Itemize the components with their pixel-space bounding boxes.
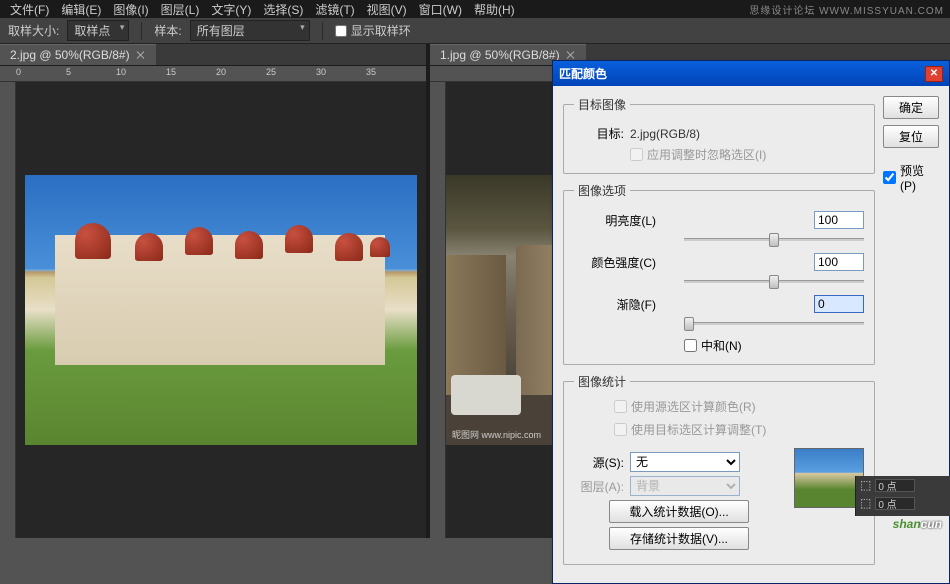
layer-label: 图层(A): <box>574 478 624 495</box>
tab-label: 1.jpg @ 50%(RGB/8#) <box>440 48 560 62</box>
tab-bar-left: 2.jpg @ 50%(RGB/8#) <box>0 44 426 66</box>
canvas-left[interactable] <box>16 82 426 538</box>
intensity-input[interactable] <box>814 253 864 271</box>
dialog-titlebar[interactable]: 匹配颜色 ✕ <box>553 61 949 86</box>
ok-button[interactable]: 确定 <box>883 96 939 119</box>
panel-value-2[interactable] <box>875 497 915 510</box>
reset-button[interactable]: 复位 <box>883 125 939 148</box>
menu-filter[interactable]: 滤镜(T) <box>309 1 360 18</box>
options-bar: 取样大小: 取样点 样本: 所有图层 显示取样环 <box>0 18 950 44</box>
close-icon[interactable] <box>136 50 146 60</box>
link-icon[interactable]: ⬚ <box>860 478 871 492</box>
right-panel-fragment: ⬚ ⬚ <box>855 476 950 516</box>
intensity-label: 颜色强度(C) <box>574 254 656 271</box>
show-sampling-ring-input[interactable] <box>335 25 347 37</box>
menu-window[interactable]: 窗口(W) <box>413 1 468 18</box>
target-value: 2.jpg(RGB/8) <box>630 127 700 141</box>
target-image-group: 目标图像 目标: 2.jpg(RGB/8) 应用调整时忽略选区(I) <box>563 96 875 174</box>
menu-type[interactable]: 文字(Y) <box>205 1 257 18</box>
watermark-top: 思缘设计论坛 WWW.MISSYUAN.COM <box>749 2 944 17</box>
close-button[interactable]: ✕ <box>925 66 943 82</box>
sample-size-dropdown[interactable]: 取样点 <box>67 20 129 41</box>
source-dropdown[interactable]: 无 <box>630 452 740 472</box>
watermark-logo: shancun <box>893 511 942 534</box>
sample-layers-dropdown[interactable]: 所有图层 <box>190 20 310 41</box>
sample-size-label: 取样大小: <box>8 22 59 39</box>
image-options-group: 图像选项 明亮度(L) 颜色强度(C) 渐隐(F) <box>563 182 875 365</box>
ruler-vertical-right <box>430 82 446 538</box>
fade-label: 渐隐(F) <box>574 296 656 313</box>
fade-slider[interactable] <box>684 317 864 331</box>
target-label: 目标: <box>574 125 624 142</box>
options-legend: 图像选项 <box>574 182 630 199</box>
fade-input[interactable] <box>814 295 864 313</box>
menu-image[interactable]: 图像(I) <box>107 1 154 18</box>
source-label: 源(S): <box>574 454 624 471</box>
menu-file[interactable]: 文件(F) <box>4 1 55 18</box>
stats-legend: 图像统计 <box>574 373 630 390</box>
menu-select[interactable]: 选择(S) <box>257 1 309 18</box>
close-icon[interactable] <box>566 50 576 60</box>
use-source-selection-checkbox: 使用源选区计算颜色(R) <box>614 398 864 415</box>
ruler-horizontal: 0 5 10 15 20 25 30 35 <box>0 66 426 82</box>
sample-layers-label: 样本: <box>154 22 181 39</box>
tab-label: 2.jpg @ 50%(RGB/8#) <box>10 48 130 62</box>
dialog-title-text: 匹配颜色 <box>559 65 607 82</box>
panel-value-1[interactable] <box>875 479 915 492</box>
ruler-vertical <box>0 82 16 538</box>
menu-edit[interactable]: 编辑(E) <box>55 1 107 18</box>
image-street: 昵图网 www.nipic.com <box>446 175 566 445</box>
use-target-selection-checkbox: 使用目标选区计算调整(T) <box>614 421 864 438</box>
menu-layer[interactable]: 图层(L) <box>155 1 206 18</box>
target-legend: 目标图像 <box>574 96 630 113</box>
document-left: 2.jpg @ 50%(RGB/8#) 0 5 10 15 20 25 30 3… <box>0 44 426 538</box>
layer-dropdown: 背景 <box>630 476 740 496</box>
menu-help[interactable]: 帮助(H) <box>468 1 521 18</box>
image-watermark: 昵图网 www.nipic.com <box>452 428 541 441</box>
luminance-input[interactable] <box>814 211 864 229</box>
menu-view[interactable]: 视图(V) <box>361 1 413 18</box>
image-palace <box>25 175 417 445</box>
image-statistics-group: 图像统计 使用源选区计算颜色(R) 使用目标选区计算调整(T) 源(S): 无 <box>563 373 875 565</box>
show-sampling-ring-label: 显示取样环 <box>351 22 411 39</box>
source-thumbnail <box>794 448 864 508</box>
show-sampling-ring-checkbox[interactable]: 显示取样环 <box>335 22 411 39</box>
preview-checkbox[interactable]: 预览(P) <box>883 162 939 193</box>
ignore-selection-checkbox: 应用调整时忽略选区(I) <box>630 146 864 163</box>
link-icon[interactable]: ⬚ <box>860 496 871 510</box>
save-stats-button[interactable]: 存储统计数据(V)... <box>609 527 749 550</box>
luminance-slider[interactable] <box>684 233 864 247</box>
neutralize-checkbox[interactable]: 中和(N) <box>684 337 864 354</box>
tab-doc-2jpg[interactable]: 2.jpg @ 50%(RGB/8#) <box>0 44 156 65</box>
luminance-label: 明亮度(L) <box>574 212 656 229</box>
load-stats-button[interactable]: 载入统计数据(O)... <box>609 500 749 523</box>
intensity-slider[interactable] <box>684 275 864 289</box>
